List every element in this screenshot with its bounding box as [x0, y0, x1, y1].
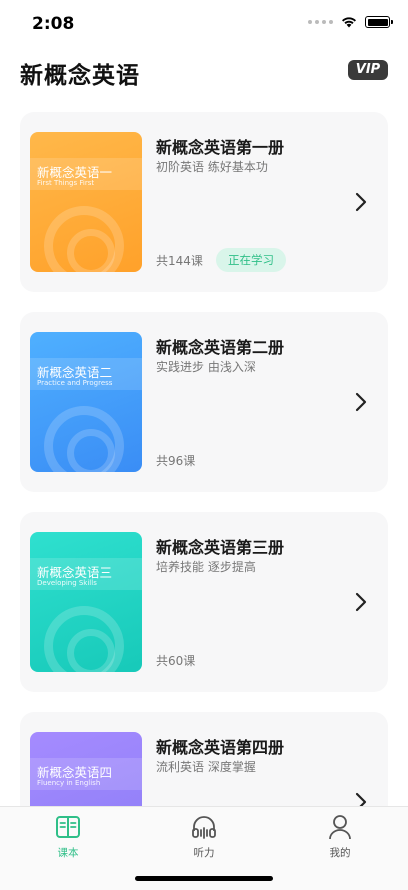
tab-label: 听力	[193, 847, 215, 859]
book-cover: 新概念英语一 First Things First	[30, 132, 142, 272]
tab-label: 我的	[329, 847, 351, 859]
vip-button[interactable]: VIP	[348, 60, 388, 80]
course-description: 流利英语 深度掌握	[156, 760, 256, 774]
course-card-book-1[interactable]: 新概念英语一 First Things First 新概念英语第一册 初阶英语 …	[20, 112, 388, 292]
chevron-right-icon[interactable]	[354, 592, 368, 612]
chevron-right-icon[interactable]	[354, 392, 368, 412]
tab-profile[interactable]: 我的	[310, 813, 370, 860]
lesson-count: 共60课	[156, 654, 196, 668]
course-title: 新概念英语第一册	[156, 138, 285, 157]
page-title: 新概念英语	[20, 63, 140, 89]
tab-listening[interactable]: 听力	[174, 813, 234, 860]
book-cover: 新概念英语三 Developing Skills	[30, 532, 142, 672]
learning-status-badge: 正在学习	[216, 248, 286, 272]
course-title: 新概念英语第三册	[156, 538, 285, 557]
chevron-right-icon[interactable]	[354, 192, 368, 212]
course-description: 培养技能 逐步提高	[156, 560, 256, 574]
course-card-book-2[interactable]: 新概念英语二 Practice and Progress 新概念英语第二册 实践…	[20, 312, 388, 492]
wifi-icon	[342, 17, 356, 28]
tab-label: 课本	[57, 847, 79, 859]
cover-subtitle: Developing Skills	[37, 579, 97, 587]
home-indicator[interactable]	[135, 876, 273, 881]
cover-logo-icon	[44, 606, 124, 672]
tab-textbook[interactable]: 课本	[38, 813, 98, 860]
status-icons	[308, 16, 393, 28]
course-description: 初阶英语 练好基本功	[156, 160, 268, 174]
cover-subtitle: First Things First	[37, 179, 95, 187]
cover-logo-icon	[44, 406, 124, 472]
lesson-count: 共96课	[156, 454, 196, 468]
course-card-book-3[interactable]: 新概念英语三 Developing Skills 新概念英语第三册 培养技能 逐…	[20, 512, 388, 692]
book-icon	[56, 816, 80, 838]
status-bar: 2:08	[0, 0, 408, 48]
course-title: 新概念英语第二册	[156, 338, 285, 357]
course-description: 实践进步 由浅入深	[156, 360, 256, 374]
cover-subtitle: Practice and Progress	[37, 379, 113, 387]
course-list: 新概念英语一 First Things First 新概念英语第一册 初阶英语 …	[20, 112, 388, 890]
lesson-count: 共144课	[156, 254, 203, 268]
cover-logo-icon	[44, 206, 124, 272]
battery-icon	[365, 16, 393, 28]
cellular-signal-icon	[308, 20, 333, 24]
course-title: 新概念英语第四册	[156, 738, 285, 757]
headphones-icon	[192, 816, 216, 839]
app-header: 新概念英语 VIP	[0, 52, 408, 92]
status-time: 2:08	[32, 14, 75, 34]
person-icon	[329, 815, 351, 840]
cover-subtitle: Fluency in English	[37, 779, 101, 787]
book-cover: 新概念英语二 Practice and Progress	[30, 332, 142, 472]
